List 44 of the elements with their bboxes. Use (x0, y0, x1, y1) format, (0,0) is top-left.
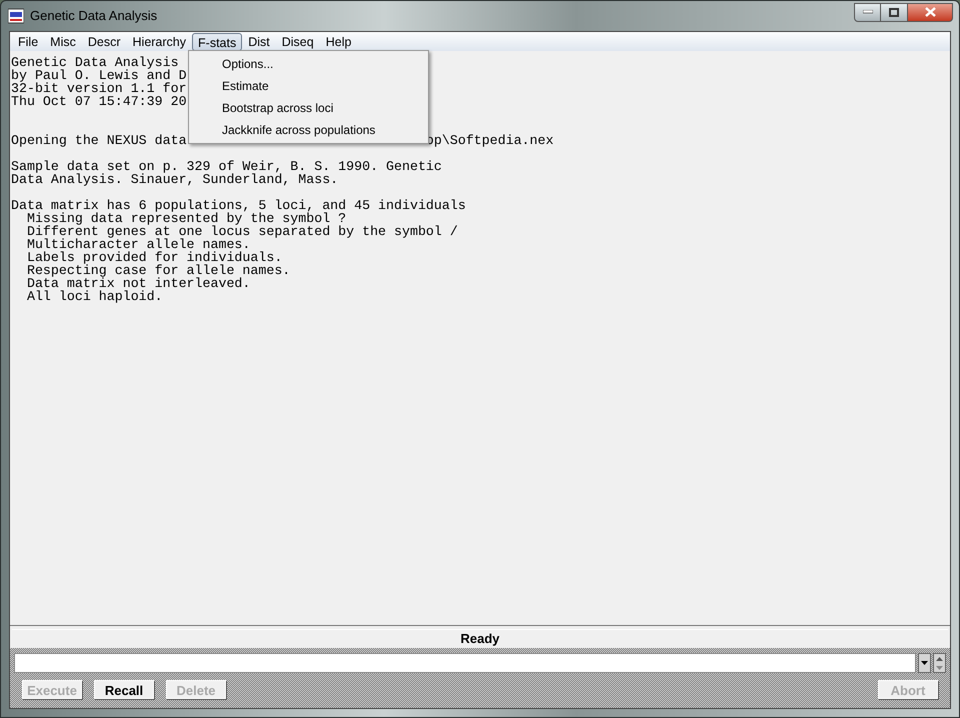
output-text: Genetic Data Analysis (11, 56, 179, 69)
command-field[interactable] (14, 653, 916, 673)
down-arrow-icon (936, 666, 943, 670)
output-text: Multicharacter allele names. (26, 238, 250, 251)
close-icon (924, 7, 936, 17)
menu-item[interactable]: Diseq (276, 32, 320, 50)
output-text: Opening the NEXUS data (11, 134, 188, 147)
menu-option[interactable]: Jackknife across populations (189, 119, 428, 141)
output-text: 32-bit version 1.1 for (11, 82, 187, 95)
output-text: Labels provided for individuals. (26, 251, 282, 264)
action-button[interactable]: Recall (94, 680, 154, 699)
menu-item[interactable]: Dist (242, 32, 276, 50)
output-text: Missing data represented by the symbol ? (26, 212, 346, 225)
app-icon (8, 8, 24, 24)
menu-option[interactable]: Options... (189, 53, 428, 75)
output-text: Data matrix has 6 populations, 5 loci, and 45 individuals (11, 199, 466, 212)
output-text: Thu Oct 07 15:47:39 20 (11, 95, 187, 108)
menu-option[interactable]: Estimate (189, 75, 428, 97)
status-bar: Ready (12, 629, 948, 648)
output-text: op\Softpedia.nex (426, 134, 554, 147)
output-text: by Paul O. Lewis and D (11, 69, 187, 82)
output-text: Data Analysis. Sinauer, Sunderland, Mass. (11, 173, 338, 186)
menu-item[interactable]: Descr (82, 32, 127, 50)
minimize-button[interactable] (854, 2, 881, 22)
minimize-icon (862, 10, 872, 14)
menu-item[interactable]: Misc (44, 32, 82, 50)
close-button[interactable] (907, 2, 953, 22)
maximize-button[interactable] (881, 2, 907, 22)
output-text: Respecting case for allele names. (26, 264, 290, 277)
menu-item[interactable]: F-stats (192, 32, 242, 50)
output-text: Sample data set on p. 329 of Weir, B. S. 1990. Genetic (11, 160, 442, 173)
menu-item[interactable]: Help (320, 32, 358, 50)
up-arrow-icon (936, 656, 943, 660)
output-text: All loci haploid. (26, 290, 163, 303)
menu-item[interactable]: File (12, 32, 44, 50)
maximize-icon (889, 8, 899, 16)
dropdown-button[interactable] (918, 653, 931, 673)
menu-option[interactable]: Bootstrap across loci (189, 97, 428, 119)
spin-button[interactable] (933, 653, 946, 673)
window-title: Genetic Data Analysis (30, 7, 158, 26)
caret-icon (921, 661, 928, 665)
output-text: Different genes at one locus separated by the symbol / (26, 225, 458, 238)
menu-item[interactable]: Hierarchy (126, 32, 192, 50)
output-text: Data matrix not interleaved. (26, 277, 250, 290)
